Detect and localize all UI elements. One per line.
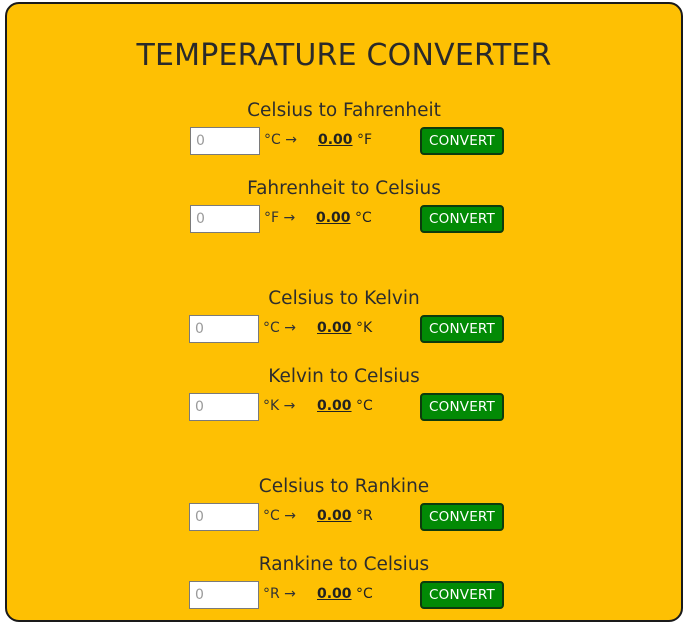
converter-row: °F → 0.00 °C CONVERT [7,205,681,235]
result-output: 0.00 °C [317,586,373,602]
convert-button[interactable]: CONVERT [420,127,504,155]
convert-button[interactable]: CONVERT [420,315,504,343]
converter-row: °K → 0.00 °C CONVERT [7,393,681,423]
fahrenheit-input[interactable] [190,205,260,233]
converter-row: °C → 0.00 °F CONVERT [7,127,681,157]
from-unit-label: °C → [263,320,296,336]
convert-button[interactable]: CONVERT [420,503,504,531]
result-value: 0.00 [318,132,353,148]
from-unit-label: °F → [264,210,296,226]
celsius-input[interactable] [189,503,259,531]
to-unit-label: °C [356,398,373,414]
to-unit-label: °C [355,210,372,226]
result-value: 0.00 [317,508,352,524]
rankine-input[interactable] [189,581,259,609]
page-title: TEMPERATURE CONVERTER [136,38,552,73]
section-title: Celsius to Fahrenheit [247,100,441,121]
from-unit-label: °C → [264,132,297,148]
result-output: 0.00 °R [317,508,373,524]
result-output: 0.00 °C [316,210,372,226]
section-title: Rankine to Celsius [258,554,430,575]
convert-button[interactable]: CONVERT [420,393,504,421]
from-unit-label: °R → [263,586,296,602]
celsius-input[interactable] [189,315,259,343]
to-unit-label: °F [357,132,373,148]
convert-button[interactable]: CONVERT [420,205,504,233]
to-unit-label: °K [356,320,373,336]
converter-row: °C → 0.00 °K CONVERT [7,315,681,345]
section-title: Fahrenheit to Celsius [247,178,441,199]
celsius-input[interactable] [190,127,260,155]
converter-row: °R → 0.00 °C CONVERT [7,581,681,611]
result-output: 0.00 °F [318,132,372,148]
to-unit-label: °R [356,508,373,524]
from-unit-label: °C → [263,508,296,524]
result-value: 0.00 [317,320,352,336]
section-title: Celsius to Kelvin [268,288,420,309]
converter-row: °C → 0.00 °R CONVERT [7,503,681,533]
to-unit-label: °C [356,586,373,602]
section-title: Celsius to Rankine [258,476,430,497]
result-value: 0.00 [317,586,352,602]
result-value: 0.00 [316,210,351,226]
result-output: 0.00 °K [317,320,372,336]
from-unit-label: °K → [263,398,296,414]
result-output: 0.00 °C [317,398,373,414]
kelvin-input[interactable] [189,393,259,421]
converter-card: TEMPERATURE CONVERTER Celsius to Fahrenh… [5,2,683,622]
convert-button[interactable]: CONVERT [420,581,504,609]
result-value: 0.00 [317,398,352,414]
section-title: Kelvin to Celsius [268,366,420,387]
